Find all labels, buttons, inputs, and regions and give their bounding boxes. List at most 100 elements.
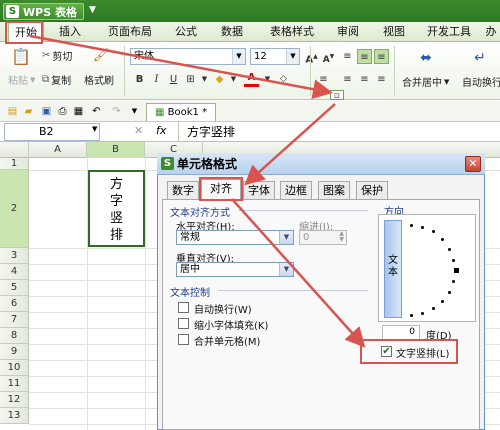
cancel-icon[interactable]: ✕ [134, 124, 143, 137]
bold-button[interactable]: B [132, 72, 147, 87]
wrap-text-button[interactable]: 自动换行 [462, 74, 500, 89]
row-header-1[interactable]: 1 [0, 158, 29, 170]
clear-format-icon[interactable]: ◇ [276, 72, 291, 87]
dial-dot [441, 300, 444, 303]
tab-font[interactable]: 字体 [243, 181, 275, 199]
paste-button[interactable]: 粘贴 ▼ [8, 72, 36, 88]
tab-border[interactable]: 边框 [280, 181, 312, 199]
brush-icon[interactable]: 🖌 [92, 48, 110, 66]
new-file-icon[interactable]: ▤ [6, 105, 19, 118]
merge-cells-checkbox[interactable] [178, 334, 189, 345]
cut-button[interactable]: ✂ 剪切 [42, 48, 72, 63]
paste-icon[interactable]: 📋 [10, 46, 32, 68]
insert-function-icon[interactable]: fx [156, 124, 166, 137]
shrink-font-icon[interactable]: A▼ [321, 49, 336, 65]
shrink-to-fit-checkbox[interactable] [178, 318, 189, 329]
tab-protection[interactable]: 保护 [356, 181, 388, 199]
undo-icon[interactable]: ↶ [90, 105, 103, 118]
align-top-icon[interactable]: ≡ [340, 49, 355, 64]
indent-spinner[interactable]: 0 ▲ ▼ [299, 230, 347, 245]
row-header-10[interactable]: 10 [0, 360, 29, 376]
row-header-11[interactable]: 11 [0, 376, 29, 392]
align-left-icon[interactable]: ≡ [316, 72, 331, 87]
tab-office[interactable]: 办 [482, 22, 500, 42]
row-header-2[interactable]: 2 [0, 170, 29, 248]
document-tab[interactable]: ▦ Book1 * [146, 103, 217, 121]
tab-formula[interactable]: 公式 [166, 22, 206, 42]
tab-page-layout[interactable]: 页面布局 [100, 22, 160, 42]
column-header-b[interactable]: B [87, 142, 145, 158]
merge-center-icon[interactable]: ⬌ [415, 47, 437, 69]
format-painter-button[interactable]: 格式刷 [84, 72, 114, 87]
paste-dropdown-icon: ▼ [30, 75, 36, 84]
cell-b2[interactable]: 方字竖排 [88, 170, 145, 247]
chevron-down-icon: ▼ [444, 77, 450, 86]
wrap-text-icon[interactable]: ↵ [469, 47, 491, 69]
row-header-9[interactable]: 9 [0, 344, 29, 360]
grow-font-icon[interactable]: A▲ [304, 49, 319, 65]
italic-button[interactable]: I [149, 72, 164, 87]
wrap-text-checkbox[interactable] [178, 302, 189, 313]
chevron-down-icon[interactable]: ▼ [197, 72, 212, 87]
row-header-13[interactable]: 13 [0, 408, 29, 424]
tab-data[interactable]: 数据 [212, 22, 252, 42]
align-bottom-icon[interactable]: ≡ [374, 49, 389, 64]
justify-icon[interactable]: ≡ [374, 72, 389, 87]
row-header-8[interactable]: 8 [0, 328, 29, 344]
save-icon[interactable]: ▣ [40, 105, 53, 118]
dialog-title[interactable]: 单元格格式 [157, 153, 485, 175]
align-center-icon[interactable]: ≡ [340, 72, 355, 87]
tab-review[interactable]: 审阅 [328, 22, 368, 42]
merge-center-button[interactable]: 合并居中 ▼ [402, 74, 450, 90]
chevron-down-icon[interactable]: ▼ [226, 72, 241, 87]
alignment-dialog-launcher-icon[interactable]: ⊡ [330, 90, 344, 100]
row-header-5[interactable]: 5 [0, 280, 29, 296]
shrink-to-fit-checkbox-label[interactable]: 缩小字体填充(K) [194, 317, 268, 332]
chevron-down-icon[interactable]: ▼ [260, 72, 275, 87]
align-right-icon[interactable]: ≡ [357, 72, 372, 87]
degree-spinner[interactable]: 0 [382, 325, 420, 340]
row-header-7[interactable]: 7 [0, 312, 29, 328]
tab-insert[interactable]: 插入 [50, 22, 90, 42]
tab-view[interactable]: 视图 [374, 22, 414, 42]
open-folder-icon[interactable]: ▰ [22, 105, 35, 118]
font-color-button[interactable]: A [244, 72, 259, 87]
font-size-select[interactable]: 12 ▼ [250, 48, 300, 65]
row-header-6[interactable]: 6 [0, 296, 29, 312]
formula-input[interactable]: 方字竖排 [178, 122, 500, 142]
print-preview-icon[interactable]: ▦ [72, 105, 85, 118]
dial-handle[interactable] [454, 268, 459, 273]
row-header-3[interactable]: 3 [0, 248, 29, 264]
text-control-group-label: 文本控制 [170, 288, 210, 299]
chevron-down-icon[interactable]: ▼ [128, 105, 141, 118]
merge-center-label: 合并居中 [402, 78, 442, 89]
horizontal-align-select[interactable]: 常规 ▼ [176, 230, 294, 245]
fill-color-icon[interactable]: ◆ [212, 72, 227, 87]
app-menu-button[interactable]: S WPS 表格 [3, 3, 84, 20]
vertical-orientation-button[interactable]: 文本 [384, 220, 402, 318]
row-header-12[interactable]: 12 [0, 392, 29, 408]
grid-line [145, 158, 146, 430]
redo-icon[interactable]: ↷ [110, 105, 123, 118]
name-box[interactable]: B2 [4, 123, 100, 141]
print-icon[interactable]: ⎙ [56, 105, 69, 118]
copy-button[interactable]: ⧉ 复制 [42, 72, 71, 87]
align-middle-icon[interactable]: ≡ [357, 49, 372, 64]
menu-dropdown-icon[interactable]: ▼ [89, 5, 96, 15]
vertical-align-select[interactable]: 居中 ▼ [176, 262, 294, 277]
tab-table-style[interactable]: 表格样式 [262, 22, 322, 42]
underline-button[interactable]: U [166, 72, 181, 87]
merge-cells-checkbox-label[interactable]: 合并单元格(M) [194, 333, 260, 348]
row-header-4[interactable]: 4 [0, 264, 29, 280]
wrap-text-checkbox-label[interactable]: 自动换行(W) [194, 301, 252, 316]
column-header-a[interactable]: A [29, 142, 87, 158]
font-name-select[interactable]: 宋体 ▼ [130, 48, 246, 65]
tab-pattern[interactable]: 图案 [318, 181, 350, 199]
tab-developer[interactable]: 开发工具 [420, 22, 478, 42]
tab-number[interactable]: 数字 [167, 181, 199, 199]
close-button[interactable]: ✕ [465, 156, 481, 172]
chevron-down-icon[interactable]: ▼ [92, 125, 97, 133]
document-tab-label: Book1 * [167, 107, 208, 118]
border-icon[interactable]: ⊞ [183, 72, 198, 87]
select-all-corner[interactable] [0, 142, 29, 158]
